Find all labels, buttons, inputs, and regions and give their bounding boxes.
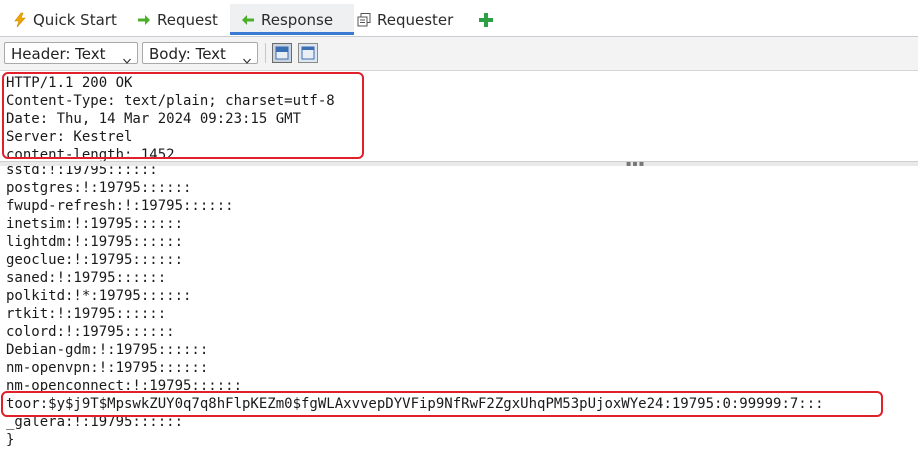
chevron-down-icon (243, 49, 251, 64)
tab-label: Request (157, 10, 218, 29)
body-format-value: Body: Text (149, 45, 226, 63)
body-line: nm-openconnect:!:19795:::::: (6, 378, 243, 394)
split-vertical-button[interactable] (298, 43, 318, 63)
viewer-toolbar: Header: Text Body: Text (0, 37, 918, 71)
body-line: nm-openvpn:!:19795:::::: (6, 360, 209, 376)
body-line: fwupd-refresh:!:19795:::::: (6, 198, 234, 214)
split-horizontal-button[interactable] (272, 43, 292, 63)
body-line: sstd:!:19795:::::: (6, 166, 158, 178)
body-line-highlighted: toor:$y$j9T$MpswkZUY0q7q8hFlpKEZm0$fgWLA… (6, 396, 824, 412)
body-line: postgres:!:19795:::::: (6, 180, 192, 196)
tab-response[interactable]: Response (230, 4, 354, 35)
tab-bar: Quick Start Request Response Requester (0, 0, 918, 37)
body-line: rtkit:!:19795:::::: (6, 306, 167, 322)
header-format-value: Header: Text (11, 45, 106, 63)
header-line: content-length: 1452 (6, 147, 175, 161)
body-line: geoclue:!:19795:::::: (6, 252, 184, 268)
header-line: Content-Type: text/plain; charset=utf-8 (6, 93, 335, 109)
body-line: inetsim:!:19795:::::: (6, 216, 184, 232)
tab-quick-start[interactable]: Quick Start (6, 4, 124, 35)
requester-icon (356, 12, 372, 28)
body-format-select[interactable]: Body: Text (142, 42, 258, 64)
chevron-down-icon (123, 49, 131, 64)
toolbar-separator (265, 43, 266, 63)
body-line: _galera:!:19795:::::: (6, 414, 184, 430)
header-line: Server: Kestrel (6, 129, 133, 145)
arrow-left-icon (240, 12, 256, 28)
body-line: saned:!:19795:::::: (6, 270, 167, 286)
body-line: polkitd:!*:19795:::::: (6, 288, 192, 304)
add-tab-button[interactable] (474, 4, 498, 35)
plus-icon (478, 12, 494, 28)
tab-label: Requester (377, 10, 454, 29)
header-line: HTTP/1.1 200 OK (6, 75, 133, 91)
body-line: } (6, 432, 15, 448)
tab-requester[interactable]: Requester (352, 4, 466, 35)
tab-label: Response (261, 10, 334, 29)
tab-request[interactable]: Request (130, 4, 232, 35)
body-line: colord:!:19795:::::: (6, 324, 175, 340)
response-headers-pane[interactable]: HTTP/1.1 200 OK Content-Type: text/plain… (0, 71, 918, 161)
response-body-pane[interactable]: sstd:!:19795:::::: postgres:!:19795:::::… (0, 166, 918, 454)
body-line: lightdm:!:19795:::::: (6, 234, 184, 250)
lightning-icon (12, 12, 28, 28)
tab-label: Quick Start (33, 10, 117, 29)
arrow-right-icon (136, 12, 152, 28)
body-line: Debian-gdm:!:19795:::::: (6, 342, 209, 358)
header-line: Date: Thu, 14 Mar 2024 09:23:15 GMT (6, 111, 302, 127)
header-format-select[interactable]: Header: Text (4, 42, 138, 64)
